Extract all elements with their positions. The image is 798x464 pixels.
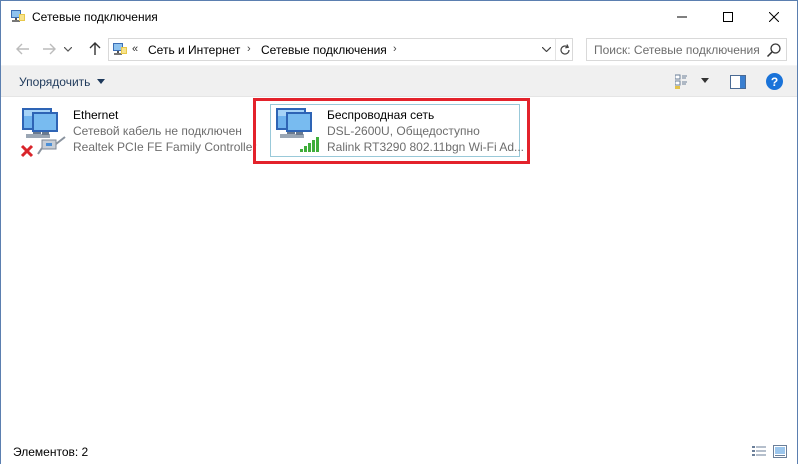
help-icon: ?: [770, 74, 779, 89]
window: Сетевые подключения « Сеть и Интернет › …: [0, 0, 798, 464]
connection-status: Сетевой кабель не подключен: [73, 124, 242, 138]
caret-down-icon[interactable]: [97, 79, 105, 84]
large-icons-view-icon[interactable]: [773, 445, 787, 458]
close-icon: [769, 11, 779, 22]
breadcrumb-network-internet[interactable]: Сеть и Интернет: [148, 43, 240, 57]
connections-list: Ethernet Сетевой кабель не подключен Rea…: [1, 98, 797, 438]
highlight-annotation-box: [253, 98, 530, 164]
connection-adapter: Realtek PCIe FE Family Controller: [73, 140, 257, 154]
chevron-down-icon: [541, 47, 551, 52]
back-button[interactable]: [12, 38, 34, 60]
organize-button[interactable]: Упорядочить: [19, 75, 90, 89]
address-bar[interactable]: « Сеть и Интернет › Сетевые подключения …: [108, 38, 573, 61]
connection-name: Ethernet: [73, 108, 119, 122]
breadcrumb-separator-icon[interactable]: ›: [393, 43, 397, 55]
ethernet-disconnected-icon: [20, 108, 66, 158]
chevron-down-icon: [64, 46, 72, 52]
navigation-bar: « Сеть и Интернет › Сетевые подключения …: [1, 34, 797, 64]
change-view-icon[interactable]: [675, 74, 693, 90]
breadcrumb-separator-icon[interactable]: ›: [247, 43, 251, 55]
refresh-button[interactable]: [555, 39, 573, 60]
items-count: Элементов: 2: [13, 445, 89, 459]
caret-down-icon[interactable]: [701, 78, 709, 83]
search-placeholder: Поиск: Сетевые подключения: [594, 43, 760, 57]
breadcrumb-network-connections[interactable]: Сетевые подключения: [261, 43, 387, 57]
command-bar: Упорядочить ?: [1, 65, 797, 97]
search-icon: [766, 43, 781, 58]
address-history-button[interactable]: [537, 39, 555, 60]
connection-tile-ethernet[interactable]: Ethernet Сетевой кабель не подключен Rea…: [18, 106, 256, 162]
up-button[interactable]: [84, 38, 106, 60]
refresh-icon: [559, 43, 570, 55]
search-input[interactable]: Поиск: Сетевые подключения: [586, 38, 787, 61]
minimize-icon: [677, 16, 687, 17]
address-overflow-button[interactable]: «: [132, 43, 138, 55]
arrow-left-icon: [16, 43, 29, 55]
close-button[interactable]: [751, 1, 797, 32]
maximize-icon: [723, 11, 733, 22]
arrow-right-icon: [43, 43, 56, 55]
network-connections-icon: [11, 10, 25, 22]
network-connections-icon: [113, 43, 127, 55]
minimize-button[interactable]: [659, 1, 705, 32]
recent-locations-button[interactable]: [61, 38, 75, 60]
maximize-button[interactable]: [705, 1, 751, 32]
window-title: Сетевые подключения: [32, 10, 158, 24]
arrow-up-icon: [89, 42, 101, 55]
title-bar: Сетевые подключения: [1, 1, 797, 33]
help-button[interactable]: ?: [766, 73, 783, 90]
preview-pane-icon[interactable]: [730, 75, 746, 89]
forward-button[interactable]: [38, 38, 60, 60]
details-view-icon[interactable]: [752, 445, 766, 458]
status-bar: Элементов: 2: [1, 440, 797, 464]
